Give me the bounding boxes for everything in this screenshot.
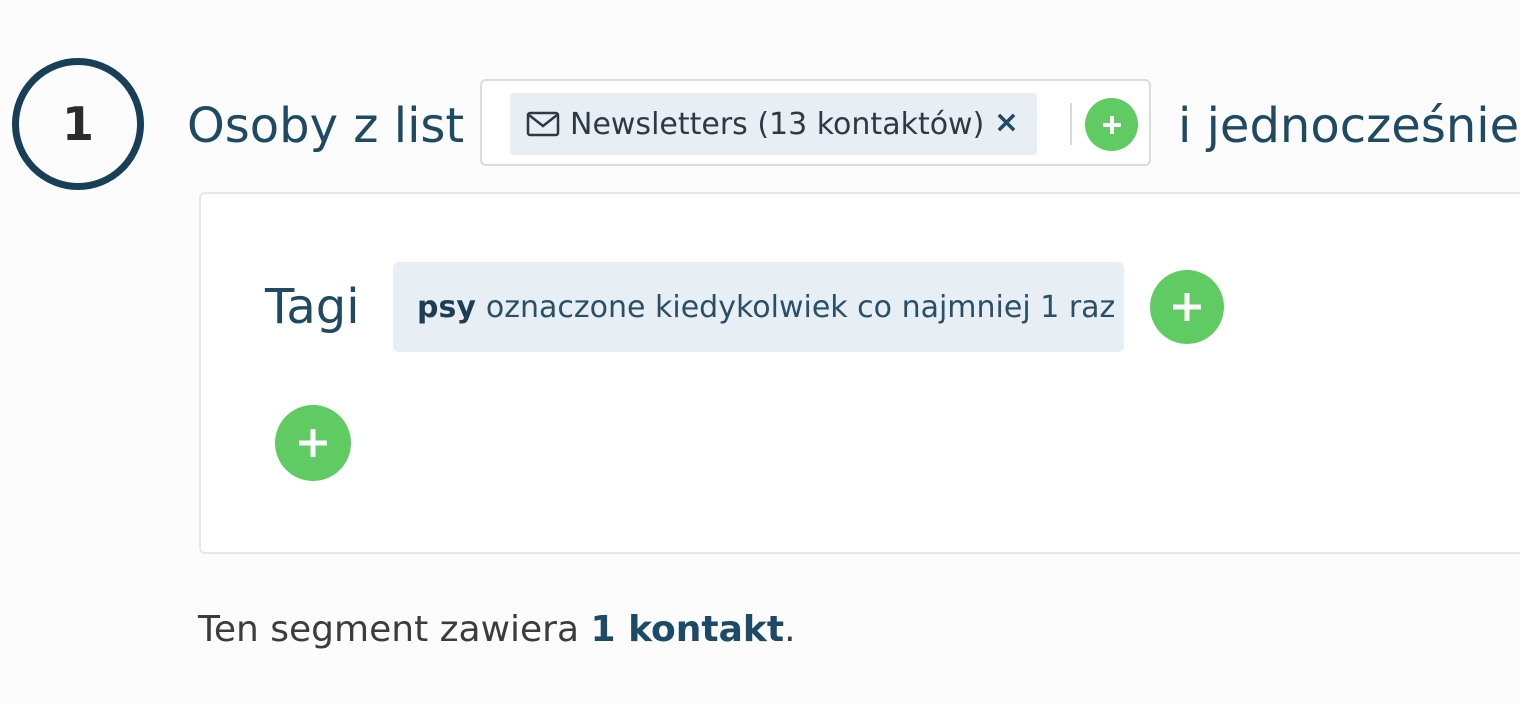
summary-prefix: Ten segment zawiera xyxy=(198,609,591,650)
close-icon[interactable]: × xyxy=(994,107,1019,139)
plus-icon xyxy=(1102,115,1121,134)
tags-label: Tagi xyxy=(265,279,360,335)
tag-name: psy xyxy=(417,289,476,325)
lists-label: Osoby z list xyxy=(187,98,465,154)
add-condition-group-button[interactable] xyxy=(275,405,351,481)
divider xyxy=(1070,103,1072,145)
list-chip-label: Newsletters (13 kontaktów) xyxy=(570,106,985,142)
list-selector[interactable]: Newsletters (13 kontaktów) × xyxy=(480,79,1151,166)
conditions-panel: Tagi psy oznaczone kiedykolwiek co najmn… xyxy=(199,192,1520,554)
tag-condition-chip[interactable]: psy oznaczone kiedykolwiek co najmniej 1… xyxy=(393,262,1124,352)
list-chip-newsletters: Newsletters (13 kontaktów) × xyxy=(510,93,1037,155)
add-list-button[interactable] xyxy=(1085,98,1138,151)
summary-suffix: . xyxy=(784,609,796,650)
plus-icon xyxy=(1173,293,1201,321)
step-number-badge: 1 xyxy=(12,58,144,190)
envelope-icon xyxy=(526,111,560,137)
summary-count: 1 kontakt xyxy=(590,609,785,650)
add-tag-condition-button[interactable] xyxy=(1150,270,1224,344)
conjunction-label: i jednocześnie xyxy=(1178,98,1520,154)
tag-condition-description: oznaczone kiedykolwiek co najmniej 1 raz xyxy=(485,289,1116,325)
segment-summary: Ten segment zawiera 1 kontakt. xyxy=(198,606,796,654)
step-number: 1 xyxy=(61,97,94,151)
plus-icon xyxy=(299,429,327,457)
